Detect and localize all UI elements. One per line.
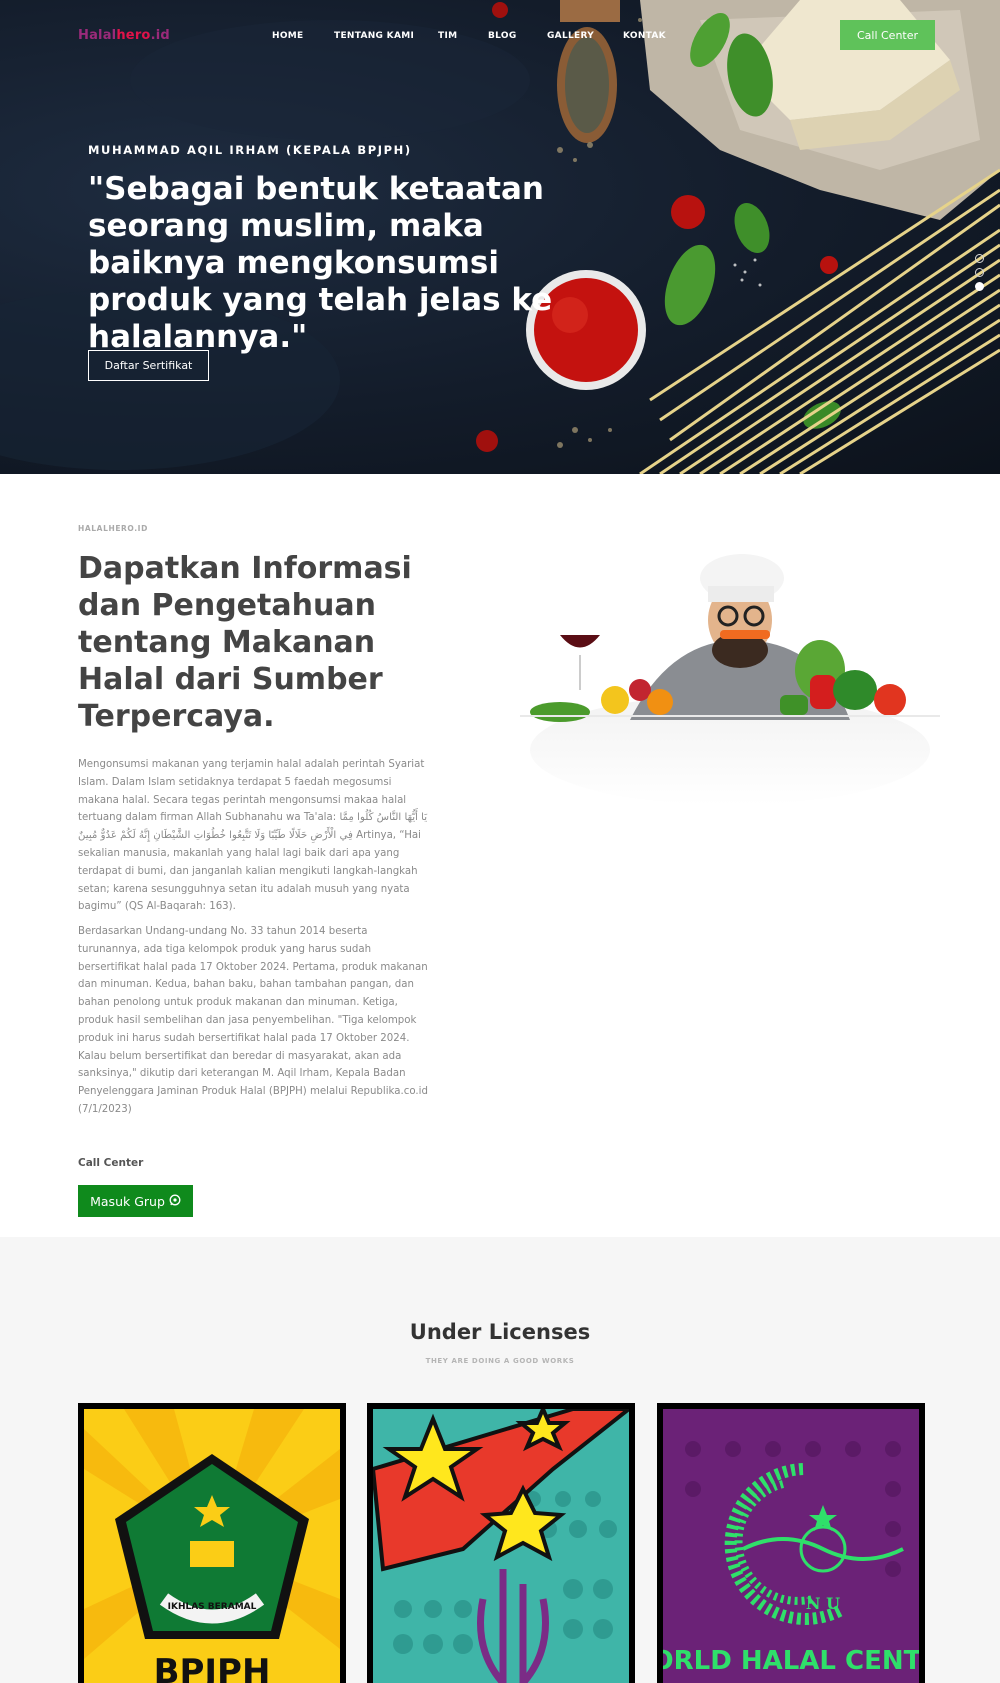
bpjph-title-text: BPJPH	[154, 1652, 271, 1683]
top-navigation: Halalhero.id HOME TENTANG KAMI TIM BLOG …	[0, 0, 1000, 74]
bpjph-logo: IKHLAS BERAMAL BPJPH	[84, 1409, 340, 1683]
slider-dot-2[interactable]	[975, 268, 984, 277]
nu-letters-text: N U	[806, 1594, 840, 1613]
daftar-sertifikat-button[interactable]: Daftar Sertifikat	[88, 350, 209, 381]
world-halal-centre-logo: N U WORLD HALAL CENTRE	[663, 1409, 919, 1683]
masuk-grup-button[interactable]: Masuk Grup	[78, 1185, 193, 1217]
whatsapp-icon	[169, 1194, 181, 1209]
slider-dot-3[interactable]	[975, 282, 984, 291]
nav-tentang-kami[interactable]: TENTANG KAMI	[334, 31, 414, 41]
nav-tim[interactable]: TIM	[438, 31, 457, 41]
call-center-button[interactable]: Call Center	[840, 20, 935, 50]
about-heading: Dapatkan Informasi dan Pengetahuan tenta…	[78, 551, 412, 734]
about-paragraph-2: Berdasarkan Undang-undang No. 33 tahun 2…	[78, 926, 428, 1115]
site-logo[interactable]: Halalhero.id	[78, 28, 170, 43]
nav-gallery[interactable]: GALLERY	[547, 31, 594, 41]
license-card-world-halal-centre[interactable]: N U WORLD HALAL CENTRE	[657, 1403, 925, 1683]
logo-domain-text: .id	[150, 28, 170, 43]
logo-halal-text: Halal	[78, 28, 117, 43]
licenses-subtitle: THEY ARE DOING A GOOD WORKS	[425, 1357, 575, 1365]
nav-blog[interactable]: BLOG	[488, 31, 517, 41]
license-card-halal-mui[interactable]	[367, 1403, 635, 1683]
nav-home[interactable]: HOME	[272, 31, 304, 41]
bpjph-banner-text: IKHLAS BERAMAL	[168, 1602, 257, 1612]
chef-with-vegetables-image	[520, 554, 940, 805]
call-center-label: Call Center	[78, 1157, 144, 1169]
hero-section: Halalhero.id HOME TENTANG KAMI TIM BLOG …	[0, 0, 1000, 474]
masuk-grup-label: Masuk Grup	[90, 1193, 165, 1209]
halal-star-logo	[373, 1409, 629, 1683]
hero-quote: "Sebagai bentuk ketaatan seorang muslim,…	[88, 171, 553, 355]
slider-dot-1[interactable]	[975, 254, 984, 263]
section-eyebrow: HALALHERO.ID	[78, 524, 148, 533]
hero-subtitle: MUHAMMAD AQIL IRHAM (KEPALA BPJPH)	[88, 143, 412, 157]
license-card-bpjph[interactable]: IKHLAS BERAMAL BPJPH	[78, 1403, 346, 1683]
licenses-heading: Under Licenses	[409, 1320, 591, 1344]
about-paragraph-1: Mengonsumsi makanan yang terjamin halal …	[78, 759, 428, 913]
world-halal-centre-text: WORLD HALAL CENTRE	[663, 1646, 919, 1676]
nav-kontak[interactable]: KONTAK	[623, 31, 666, 41]
logo-hero-text: hero	[116, 28, 151, 43]
